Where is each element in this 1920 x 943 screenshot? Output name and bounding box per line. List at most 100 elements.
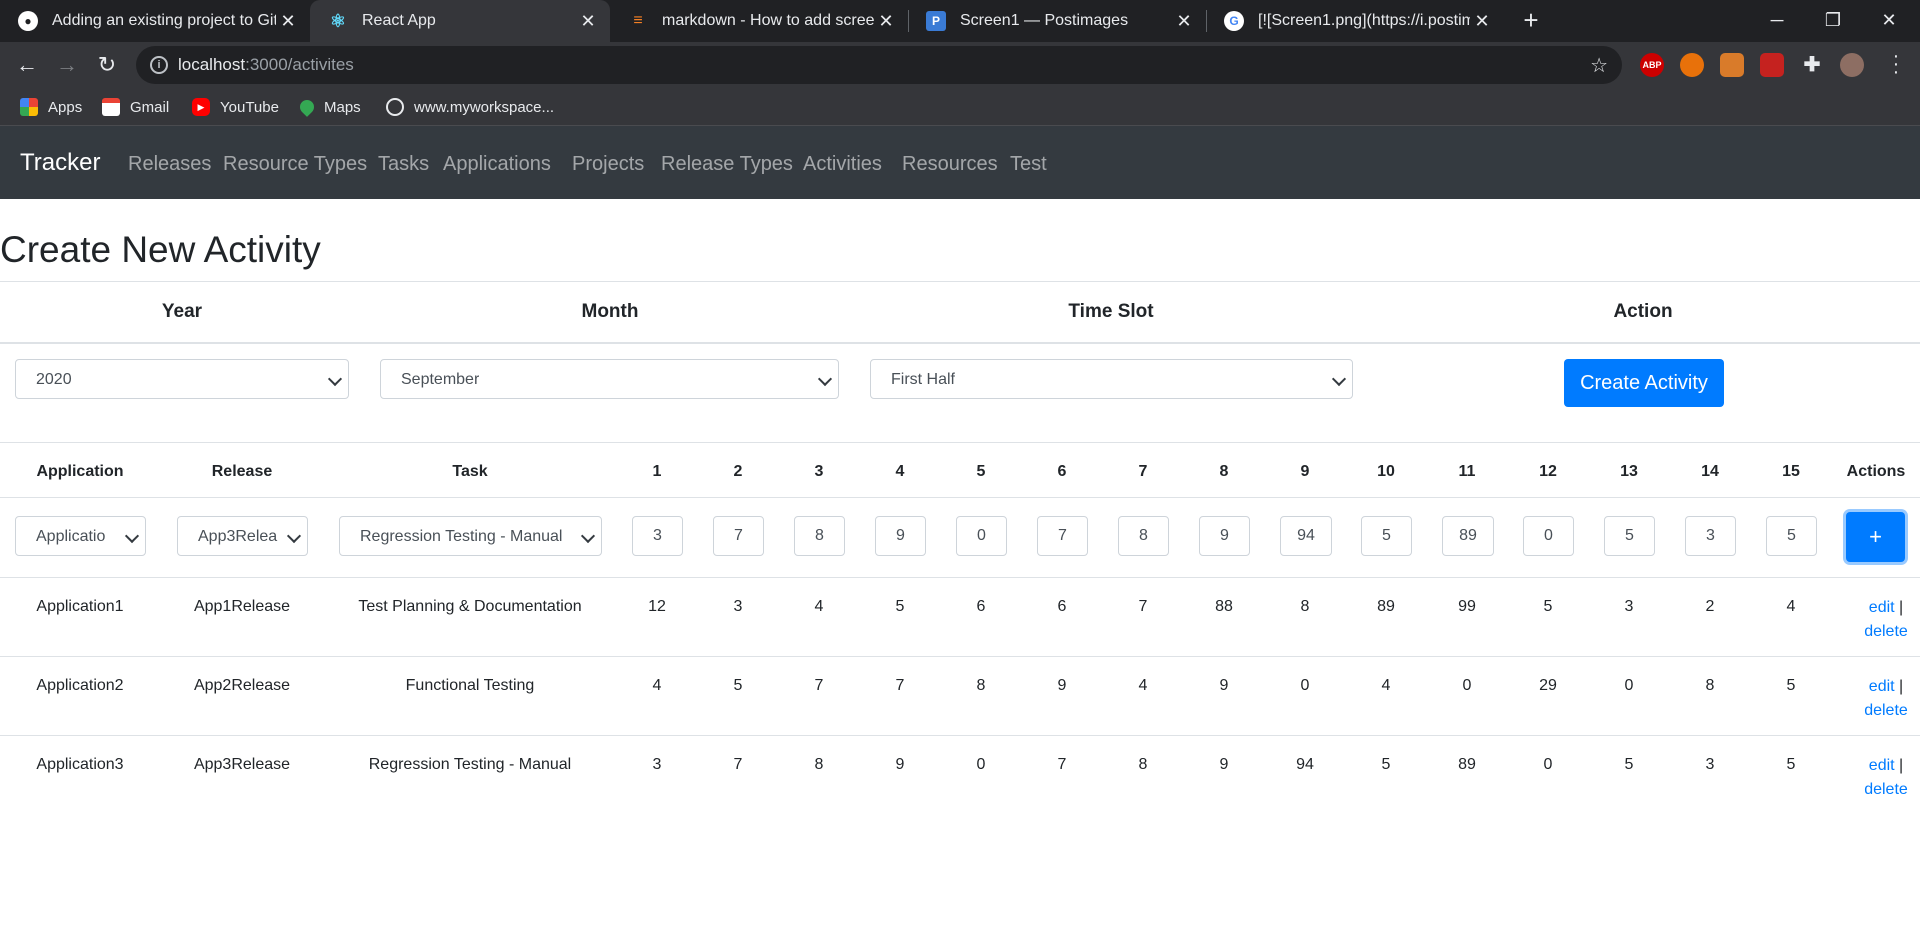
time-slot-select[interactable]: First Half [870,359,1353,399]
close-tab-icon[interactable]: ✕ [576,11,600,32]
day-5-cell: 6 [976,598,986,615]
youtube-icon: ▶ [192,98,210,116]
divider [0,281,1920,282]
nav-link-releases[interactable]: Releases [128,153,211,176]
adblock-extension-icon[interactable]: ABP [1640,53,1664,77]
tab-title: Adding an existing project to Git [52,12,276,29]
profile-avatar[interactable] [1840,53,1864,77]
application-select[interactable]: Applicatio [15,516,146,556]
table-top-border [0,442,1920,443]
day-10-cell: 4 [1381,677,1391,694]
bookmark-maps[interactable]: Maps [297,95,361,119]
new-tab-button[interactable]: + [1516,6,1546,36]
nav-link-resource-types[interactable]: Resource Types [223,153,367,176]
time-slot-select-value: First Half [891,371,955,388]
day-14-cell: 3 [1705,756,1715,773]
edit-link[interactable]: edit [1869,678,1895,695]
back-arrow-icon[interactable]: ← [13,51,41,79]
browser-menu-icon[interactable]: · · · [1886,46,1906,82]
day-1-cell: 12 [648,598,666,615]
day-9-input[interactable]: 94 [1280,516,1332,556]
day-2-input[interactable]: 7 [713,516,764,556]
browser-tab[interactable]: ≡ markdown - How to add screens ✕ [610,0,908,42]
nav-link-projects[interactable]: Projects [572,153,644,176]
day-7-cell: 8 [1138,756,1148,773]
day-3-cell: 7 [814,677,824,694]
day-14-cell: 2 [1705,598,1715,615]
minimize-icon[interactable]: ─ [1752,0,1802,42]
day-15-input[interactable]: 5 [1766,516,1817,556]
day-10-cell: 5 [1381,756,1391,773]
year-select[interactable]: 2020 [15,359,349,399]
close-tab-icon[interactable]: ✕ [1172,11,1196,32]
day-8-cell: 88 [1215,598,1233,615]
task-select[interactable]: Regression Testing - Manual [339,516,602,556]
bookmark-apps[interactable]: Apps [20,95,82,119]
close-tab-icon[interactable]: ✕ [276,11,300,32]
day-11-input[interactable]: 89 [1442,516,1494,556]
stackoverflow-icon: ≡ [633,12,643,29]
application-select-value: Applicatio [36,528,106,545]
nav-link-applications[interactable]: Applications [443,153,551,176]
day-8-input[interactable]: 9 [1199,516,1250,556]
day-13-input[interactable]: 5 [1604,516,1655,556]
row-divider [0,735,1920,736]
forward-arrow-icon[interactable]: → [53,51,81,79]
navbar-brand[interactable]: Tracker [20,149,100,177]
close-tab-icon[interactable]: ✕ [874,11,898,32]
day-4-cell: 9 [895,756,905,773]
close-window-icon[interactable]: ✕ [1864,0,1914,42]
day-3-input[interactable]: 8 [794,516,845,556]
nav-link-test[interactable]: Test [1010,153,1047,176]
action-header: Action [1613,301,1673,322]
bookmark-myworkspace[interactable]: www.myworkspace... [386,95,554,119]
action-separator: | [1899,599,1904,616]
browser-tab[interactable]: ● Adding an existing project to Git ✕ [0,0,310,42]
day-12-input[interactable]: 0 [1523,516,1574,556]
reload-icon[interactable]: ↻ [93,51,121,79]
day-4-input[interactable]: 9 [875,516,926,556]
tab-title: [![Screen1.png](https://i.postimg [1258,12,1470,29]
nav-link-resources[interactable]: Resources [902,153,998,176]
month-select[interactable]: September [380,359,839,399]
edit-link[interactable]: edit [1869,599,1895,616]
site-info-icon[interactable]: i [150,56,168,74]
restore-icon[interactable]: ❐ [1808,0,1858,42]
day-7-input[interactable]: 8 [1118,516,1169,556]
divider [0,342,1920,344]
nav-link-release-types[interactable]: Release Types [661,153,793,176]
add-activity-button[interactable]: + [1846,512,1905,562]
puzzle-extensions-icon[interactable]: ✚ [1800,53,1824,77]
nav-link-activities[interactable]: Activities [803,153,882,176]
nav-link-tasks[interactable]: Tasks [378,153,429,176]
close-tab-icon[interactable]: ✕ [1470,11,1494,32]
delete-link[interactable]: delete [1864,781,1908,798]
day-13-cell: 3 [1624,598,1634,615]
day-5-input[interactable]: 0 [956,516,1007,556]
metamask-extension-icon[interactable] [1720,53,1744,77]
column-header: Actions [1846,463,1906,480]
browser-tab-active[interactable]: ⚛ React App ✕ [310,0,610,42]
extension-icon[interactable] [1760,53,1784,77]
browser-tab[interactable]: G [![Screen1.png](https://i.postimg ✕ [1206,0,1504,42]
day-10-input[interactable]: 5 [1361,516,1412,556]
bookmark-youtube[interactable]: ▶ YouTube [192,95,279,119]
day-6-input[interactable]: 7 [1037,516,1088,556]
bookmark-label: Maps [324,98,361,116]
day-1-input[interactable]: 3 [632,516,683,556]
day-15-cell: 4 [1786,598,1796,615]
extension-icon[interactable] [1680,53,1704,77]
day-10-cell: 89 [1377,598,1395,615]
delete-link[interactable]: delete [1864,623,1908,640]
create-activity-button[interactable]: Create Activity [1564,359,1724,407]
bookmark-gmail[interactable]: Gmail [102,95,169,119]
browser-tab[interactable]: P Screen1 — Postimages ✕ [908,0,1206,42]
edit-link[interactable]: edit [1869,757,1895,774]
address-bar[interactable]: i localhost:3000/activites ☆ [136,46,1622,84]
day-6-cell: 6 [1057,598,1067,615]
bookmark-star-icon[interactable]: ☆ [1590,53,1608,78]
browser-toolbar: ← → ↻ i localhost:3000/activites ☆ ABP ✚… [0,42,1920,88]
day-14-input[interactable]: 3 [1685,516,1736,556]
release-select[interactable]: App3Relea [177,516,308,556]
delete-link[interactable]: delete [1864,702,1908,719]
